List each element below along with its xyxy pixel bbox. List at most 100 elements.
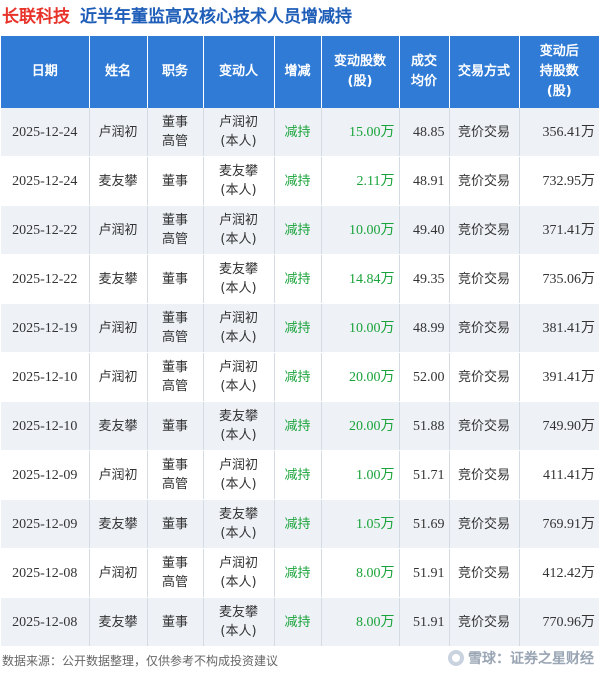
cell-date: 2025-12-10: [1, 352, 90, 402]
cell-role: 董事: [147, 499, 204, 549]
cell-shares: 2.11万: [321, 156, 400, 206]
cell-price: 51.91: [399, 548, 450, 598]
cell-shares: 14.84万: [321, 254, 400, 304]
cell-price: 51.71: [399, 450, 450, 500]
cell-after: 770.96万: [519, 597, 599, 647]
cell-date: 2025-12-08: [1, 597, 90, 647]
holdings-change-table: 日期 姓名 职务 变动人 增减 变动股数 (股) 成交 均价 交易方式 变动后 持股数 (股) …: [1, 36, 599, 647]
cell-name: 麦友攀: [89, 597, 148, 647]
cell-direction: 减持: [274, 597, 322, 647]
table-row: 2025-12-22 卢润初 董事 高管 卢润初 (本人) 减持 10.00万 49.40 竞…: [1, 205, 599, 255]
cell-date: 2025-12-22: [1, 254, 90, 304]
column-header-date: 日期: [1, 36, 90, 108]
table-row: 2025-12-24 卢润初 董事 高管 卢润初 (本人) 减持 15.00万 48.85 竞…: [1, 108, 599, 157]
cell-after: 356.41万: [519, 108, 599, 157]
cell-method: 竞价交易: [449, 450, 520, 500]
cell-name: 卢润初: [89, 303, 148, 353]
cell-shares: 20.00万: [321, 352, 400, 402]
cell-role: 董事 高管: [147, 548, 204, 598]
cell-price: 51.69: [399, 499, 450, 549]
column-header-role: 职务: [147, 36, 204, 108]
cell-price: 48.85: [399, 108, 450, 157]
cell-price: 48.99: [399, 303, 450, 353]
cell-changer: 麦友攀 (本人): [203, 597, 275, 647]
cell-name: 卢润初: [89, 548, 148, 598]
cell-method: 竞价交易: [449, 597, 520, 647]
cell-after: 749.90万: [519, 401, 599, 451]
cell-role: 董事: [147, 156, 204, 206]
column-header-after: 变动后 持股数 (股): [519, 36, 599, 108]
cell-name: 卢润初: [89, 205, 148, 255]
cell-after: 412.42万: [519, 548, 599, 598]
cell-shares: 15.00万: [321, 108, 400, 157]
cell-shares: 8.00万: [321, 597, 400, 647]
cell-method: 竞价交易: [449, 156, 520, 206]
cell-role: 董事: [147, 401, 204, 451]
cell-after: 411.41万: [519, 450, 599, 500]
cell-after: 381.41万: [519, 303, 599, 353]
cell-price: 51.91: [399, 597, 450, 647]
cell-after: 371.41万: [519, 205, 599, 255]
cell-direction: 减持: [274, 450, 322, 500]
cell-role: 董事: [147, 254, 204, 304]
cell-changer: 麦友攀 (本人): [203, 499, 275, 549]
table-row: 2025-12-09 麦友攀 董事 麦友攀 (本人) 减持 1.05万 51.69 竞价交易 7…: [1, 499, 599, 549]
column-header-direction: 增减: [274, 36, 322, 108]
cell-after: 732.95万: [519, 156, 599, 206]
table-row: 2025-12-09 卢润初 董事 高管 卢润初 (本人) 减持 1.00万 51.71 竞价…: [1, 450, 599, 500]
cell-changer: 麦友攀 (本人): [203, 156, 275, 206]
cell-shares: 8.00万: [321, 548, 400, 598]
company-name: 长联科技: [2, 7, 70, 27]
cell-name: 卢润初: [89, 450, 148, 500]
table-row: 2025-12-24 麦友攀 董事 麦友攀 (本人) 减持 2.11万 48.91 竞价交易 7…: [1, 156, 599, 206]
cell-method: 竞价交易: [449, 205, 520, 255]
cell-direction: 减持: [274, 303, 322, 353]
table-header-row: 日期 姓名 职务 变动人 增减 变动股数 (股) 成交 均价 交易方式 变动后 持股数 (股): [1, 36, 599, 108]
cell-method: 竞价交易: [449, 303, 520, 353]
table-row: 2025-12-08 卢润初 董事 高管 卢润初 (本人) 减持 8.00万 51.91 竞价…: [1, 548, 599, 598]
cell-direction: 减持: [274, 254, 322, 304]
cell-shares: 10.00万: [321, 303, 400, 353]
cell-date: 2025-12-08: [1, 548, 90, 598]
cell-price: 51.88: [399, 401, 450, 451]
cell-name: 麦友攀: [89, 156, 148, 206]
cell-shares: 20.00万: [321, 401, 400, 451]
snowball-icon: [448, 650, 464, 666]
cell-price: 52.00: [399, 352, 450, 402]
cell-method: 竞价交易: [449, 499, 520, 549]
cell-changer: 卢润初 (本人): [203, 108, 275, 157]
cell-changer: 麦友攀 (本人): [203, 401, 275, 451]
table-row: 2025-12-10 卢润初 董事 高管 卢润初 (本人) 减持 20.00万 52.00 竞…: [1, 352, 599, 402]
cell-shares: 1.05万: [321, 499, 400, 549]
cell-changer: 麦友攀 (本人): [203, 254, 275, 304]
cell-method: 竞价交易: [449, 254, 520, 304]
column-header-changer: 变动人: [203, 36, 275, 108]
cell-after: 769.91万: [519, 499, 599, 549]
cell-shares: 1.00万: [321, 450, 400, 500]
cell-method: 竞价交易: [449, 108, 520, 157]
cell-method: 竞价交易: [449, 401, 520, 451]
cell-role: 董事 高管: [147, 205, 204, 255]
cell-date: 2025-12-24: [1, 108, 90, 157]
cell-changer: 卢润初 (本人): [203, 303, 275, 353]
cell-name: 卢润初: [89, 352, 148, 402]
table-row: 2025-12-19 卢润初 董事 高管 卢润初 (本人) 减持 10.00万 48.99 竞…: [1, 303, 599, 353]
cell-date: 2025-12-10: [1, 401, 90, 451]
table-row: 2025-12-10 麦友攀 董事 麦友攀 (本人) 减持 20.00万 51.88 竞价交易…: [1, 401, 599, 451]
cell-after: 391.41万: [519, 352, 599, 402]
cell-direction: 减持: [274, 548, 322, 598]
cell-role: 董事 高管: [147, 108, 204, 157]
cell-role: 董事 高管: [147, 352, 204, 402]
cell-name: 麦友攀: [89, 254, 148, 304]
cell-role: 董事 高管: [147, 450, 204, 500]
cell-name: 麦友攀: [89, 401, 148, 451]
cell-changer: 卢润初 (本人): [203, 352, 275, 402]
cell-date: 2025-12-24: [1, 156, 90, 206]
cell-date: 2025-12-09: [1, 450, 90, 500]
brand-watermark: 雪球：证券之星财经: [448, 648, 594, 668]
cell-price: 49.40: [399, 205, 450, 255]
cell-role: 董事: [147, 597, 204, 647]
table-topic: 近半年董监高及核心技术人员增减持: [80, 7, 352, 27]
column-header-price: 成交 均价: [399, 36, 450, 108]
column-header-shares: 变动股数 (股): [321, 36, 400, 108]
